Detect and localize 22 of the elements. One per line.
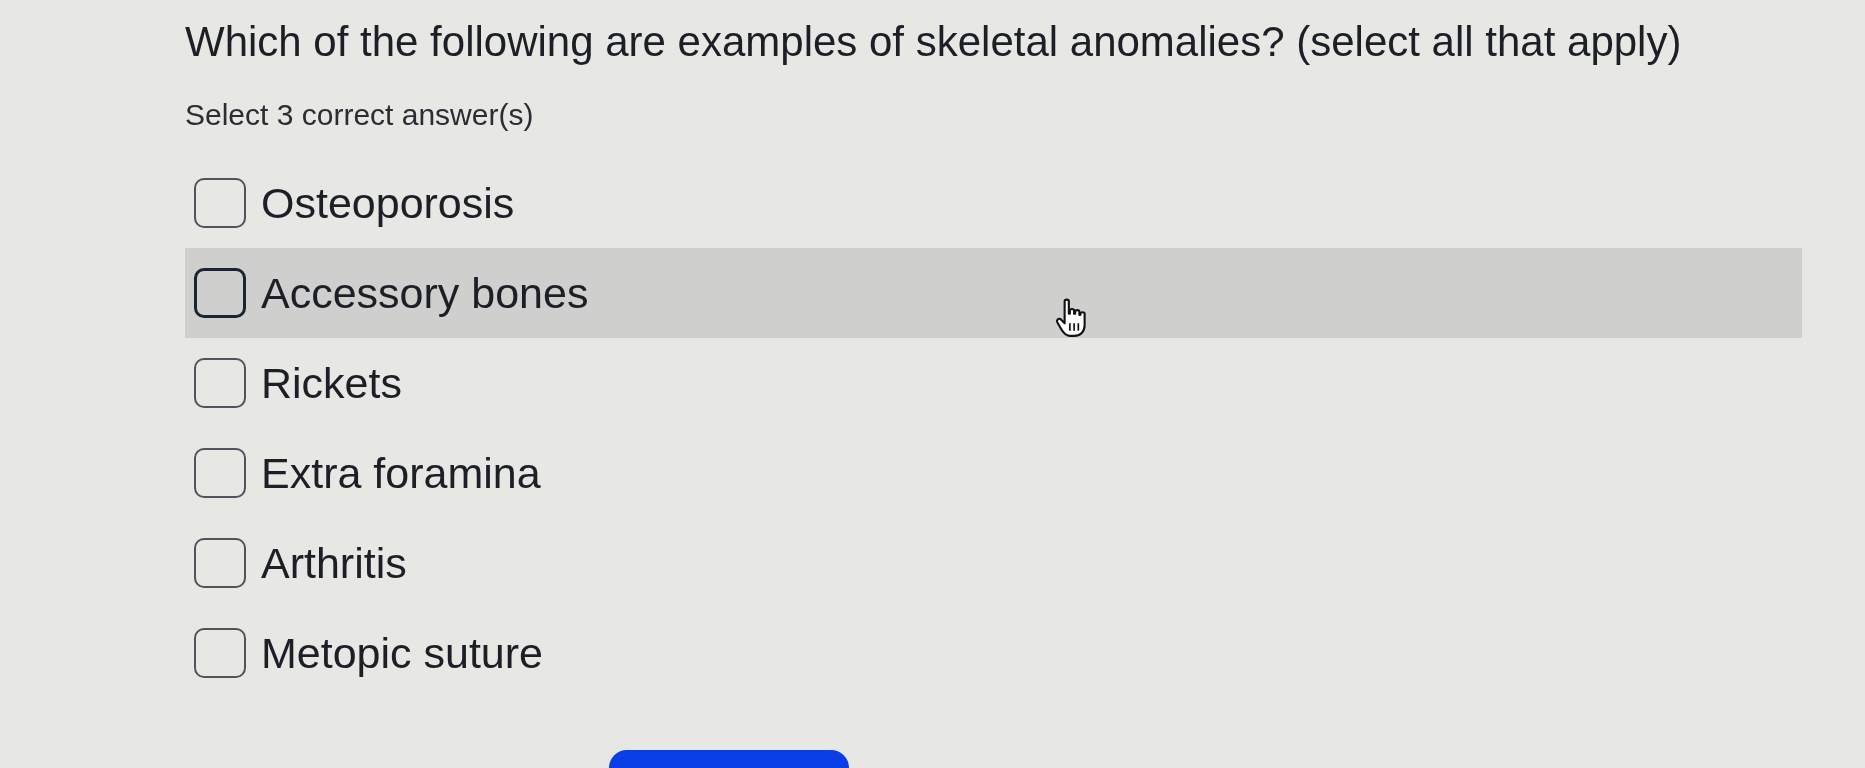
option-label: Osteoporosis (261, 178, 515, 228)
option-label: Extra foramina (261, 448, 541, 498)
option-label: Accessory bones (261, 268, 589, 318)
answer-option[interactable]: Metopic suture (185, 608, 1802, 698)
option-label: Metopic suture (261, 628, 544, 678)
checkbox[interactable] (194, 358, 246, 408)
option-label: Rickets (261, 358, 402, 408)
answer-option[interactable]: Arthritis (185, 518, 1802, 608)
checkbox[interactable] (194, 538, 246, 588)
action-button[interactable] (609, 750, 849, 768)
checkbox[interactable] (194, 178, 246, 228)
answer-option-highlighted[interactable]: Accessory bones (185, 248, 1802, 338)
checkbox[interactable] (194, 268, 246, 318)
checkbox[interactable] (194, 628, 246, 678)
question-title: Which of the following are examples of skeletal anomalies? (select all that apply) (185, 17, 1682, 67)
answer-option[interactable]: Extra foramina (185, 428, 1802, 518)
option-label: Arthritis (261, 538, 407, 588)
answer-option[interactable]: Osteoporosis (185, 158, 1802, 248)
instruction-text: Select 3 correct answer(s) (185, 97, 534, 133)
hand-cursor-icon (1055, 298, 1089, 338)
checkbox[interactable] (194, 448, 246, 498)
answer-option[interactable]: Rickets (185, 338, 1802, 428)
